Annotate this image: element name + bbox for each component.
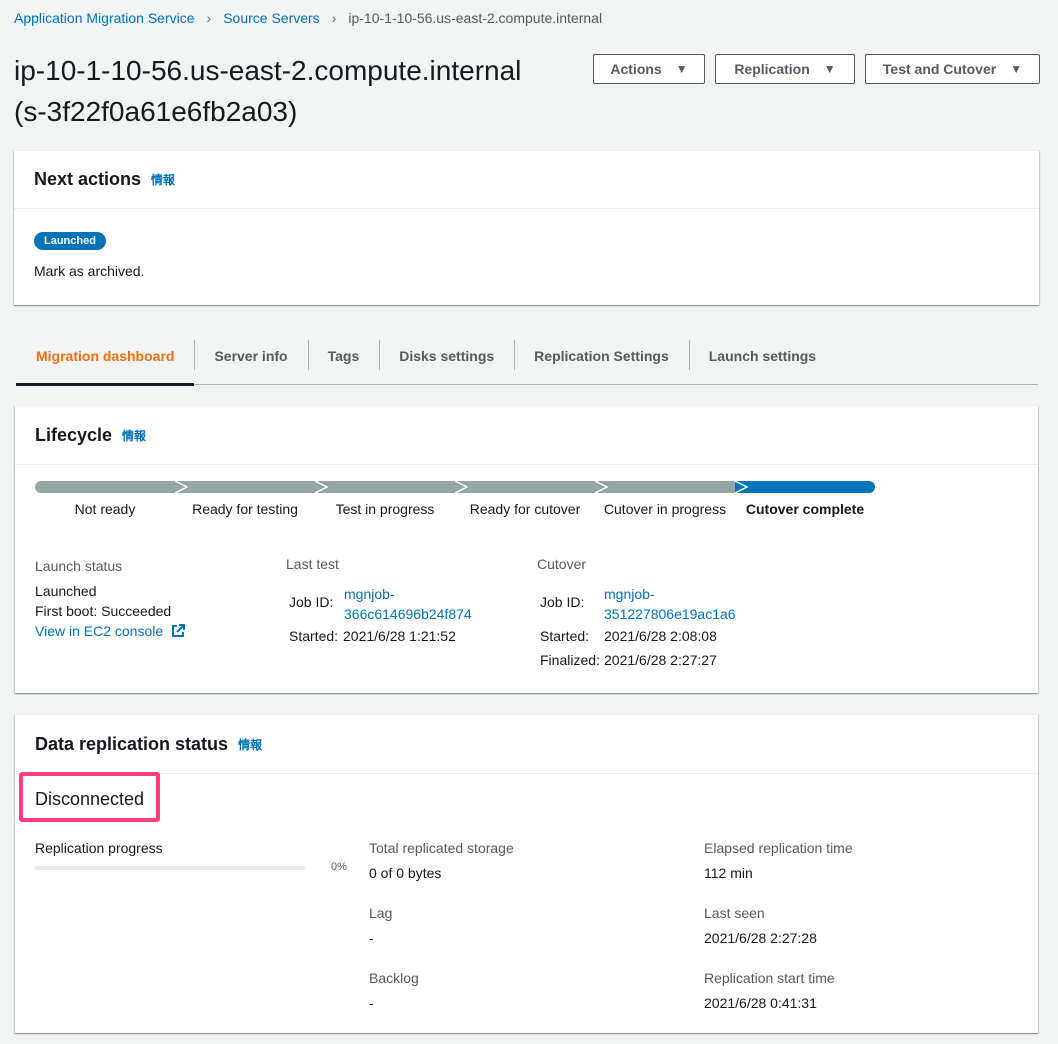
breadcrumb-source-servers[interactable]: Source Servers [223, 10, 319, 26]
tab-launch-settings[interactable]: Launch settings [688, 336, 836, 376]
step-label-ready-for-testing: Ready for testing [192, 501, 298, 517]
lifecycle-progress-track [35, 481, 875, 493]
view-in-ec2-link[interactable]: View in EC2 console [35, 621, 186, 641]
data-replication-info-link[interactable]: 情報 [238, 736, 262, 753]
next-actions-info-link[interactable]: 情報 [151, 171, 175, 188]
replication-start-time-value: 2021/6/28 0:41:31 [704, 995, 817, 1011]
cutover-started-value: 2021/6/28 2:08:08 [604, 628, 717, 644]
caret-down-icon: ▼ [1010, 62, 1023, 76]
step-bar-cutover-complete-fill [735, 481, 855, 493]
lag-label: Lag [369, 905, 393, 921]
lifecycle-header: Lifecycle 情報 [15, 406, 1038, 465]
replication-button-label: Replication [734, 61, 810, 77]
breadcrumb-application-migration-service[interactable]: Application Migration Service [14, 10, 195, 26]
actions-button-label: Actions [610, 61, 662, 77]
caret-down-icon: ▼ [823, 62, 836, 76]
last-test-started-value: 2021/6/28 1:21:52 [343, 628, 456, 644]
cutover-job-id-line2[interactable]: 351227806e19ac1a6 [604, 606, 736, 622]
cutover-started-label: Started: [540, 628, 590, 644]
cutover-job-id-link[interactable]: mgnjob- 351227806e19ac1a6 [604, 584, 736, 624]
replication-progress-bar [35, 866, 305, 870]
tab-server-info[interactable]: Server info [194, 336, 307, 376]
total-replicated-storage-label: Total replicated storage [369, 840, 514, 856]
last-test-label: Last test [286, 556, 339, 572]
external-link-icon [172, 624, 186, 637]
chevron-right-icon: › [206, 10, 212, 26]
last-seen-value: 2021/6/28 2:27:28 [704, 930, 817, 946]
step-label-ready-for-cutover: Ready for cutover [469, 501, 581, 517]
data-replication-title: Data replication status [35, 733, 229, 754]
backlog-label: Backlog [369, 970, 419, 986]
replication-progress-percent: 0% [331, 861, 347, 873]
test-and-cutover-button-label: Test and Cutover [882, 61, 997, 77]
actions-button[interactable]: Actions ▼ [593, 54, 705, 84]
view-in-ec2-link-text[interactable]: View in EC2 console [35, 623, 163, 639]
next-actions-header: Next actions 情報 [14, 151, 1039, 209]
step-bar-test-in-progress [315, 481, 455, 493]
page-title-hostname: ip-10-1-10-56.us-east-2.compute.internal [14, 55, 522, 86]
first-boot-status: First boot: Succeeded [35, 603, 172, 619]
cutover-job-id-line1[interactable]: mgnjob- [604, 586, 655, 602]
backlog-value: - [369, 995, 374, 1011]
next-actions-title: Next actions [34, 169, 142, 189]
cutover-finalized-value: 2021/6/28 2:27:27 [604, 652, 717, 668]
cutover-label: Cutover [537, 556, 587, 572]
test-and-cutover-button[interactable]: Test and Cutover ▼ [865, 54, 1040, 84]
data-replication-panel: Data replication status 情報 [15, 714, 1038, 1033]
lifecycle-info-link[interactable]: 情報 [122, 427, 146, 444]
elapsed-replication-time-value: 112 min [704, 865, 753, 881]
elapsed-replication-time-label: Elapsed replication time [704, 840, 853, 856]
breadcrumb: Application Migration Service › Source S… [14, 10, 602, 26]
tab-disks-settings[interactable]: Disks settings [379, 336, 514, 376]
lifecycle-title: Lifecycle [35, 424, 113, 445]
last-test-job-id-link[interactable]: mgnjob- 366c614696b24f874 [344, 584, 472, 624]
step-bar-ready-for-testing [175, 481, 315, 493]
last-test-job-id-line2[interactable]: 366c614696b24f874 [344, 606, 472, 622]
last-test-job-id-line1[interactable]: mgnjob- [344, 586, 395, 602]
step-bar-ready-for-cutover [455, 481, 595, 493]
last-test-started-label: Started: [289, 628, 339, 644]
replication-progress-label: Replication progress [35, 840, 163, 856]
cutover-finalized-label: Finalized: [540, 652, 600, 668]
next-actions-panel: Next actions 情報 Launched Mark as archive… [14, 150, 1039, 305]
step-bar-not-ready-fill [41, 481, 175, 493]
step-label-cutover-complete: Cutover complete [745, 501, 865, 517]
breadcrumb-current: ip-10-1-10-56.us-east-2.compute.internal [348, 10, 603, 26]
replication-button[interactable]: Replication ▼ [715, 54, 855, 84]
cutover-job-id-label: Job ID: [540, 594, 585, 610]
launched-badge-wrap: Launched [34, 231, 106, 250]
tab-migration-dashboard[interactable]: Migration dashboard [16, 336, 195, 386]
tab-tags[interactable]: Tags [307, 336, 380, 376]
launch-status-label: Launch status [35, 558, 123, 574]
next-actions-message: Mark as archived. [34, 263, 145, 279]
lifecycle-panel: Lifecycle 情報 [15, 405, 1038, 693]
step-label-test-in-progress: Test in progress [335, 501, 435, 517]
last-seen-label: Last seen [704, 905, 765, 921]
replication-start-time-label: Replication start time [704, 970, 835, 986]
tab-bar: Migration dashboard Server info Tags Dis… [16, 336, 1038, 386]
launch-status-section: Launch status Launched First boot: Succe… [35, 556, 186, 641]
step-bar-cutover-in-progress [595, 481, 735, 493]
step-label-not-ready: Not ready [74, 501, 136, 517]
caret-down-icon: ▼ [675, 62, 688, 76]
tab-replication-settings[interactable]: Replication Settings [514, 336, 689, 376]
total-replicated-storage-value: 0 of 0 bytes [369, 865, 442, 881]
lag-value: - [369, 930, 374, 946]
launched-badge: Launched [34, 232, 106, 250]
page-title: ip-10-1-10-56.us-east-2.compute.internal… [14, 50, 574, 132]
launch-status-value: Launched [35, 583, 97, 599]
step-label-cutover-in-progress: Cutover in progress [603, 501, 727, 517]
page-title-server-id: (s-3f22f0a61e6fb2a03) [14, 96, 298, 127]
data-replication-header: Data replication status 情報 [15, 715, 1038, 774]
chevron-right-icon: › [331, 10, 337, 26]
header-actions: Actions ▼ Replication ▼ Test and Cutover… [593, 54, 1040, 84]
last-test-job-id-label: Job ID: [289, 594, 334, 610]
status-highlight-box [19, 772, 160, 822]
